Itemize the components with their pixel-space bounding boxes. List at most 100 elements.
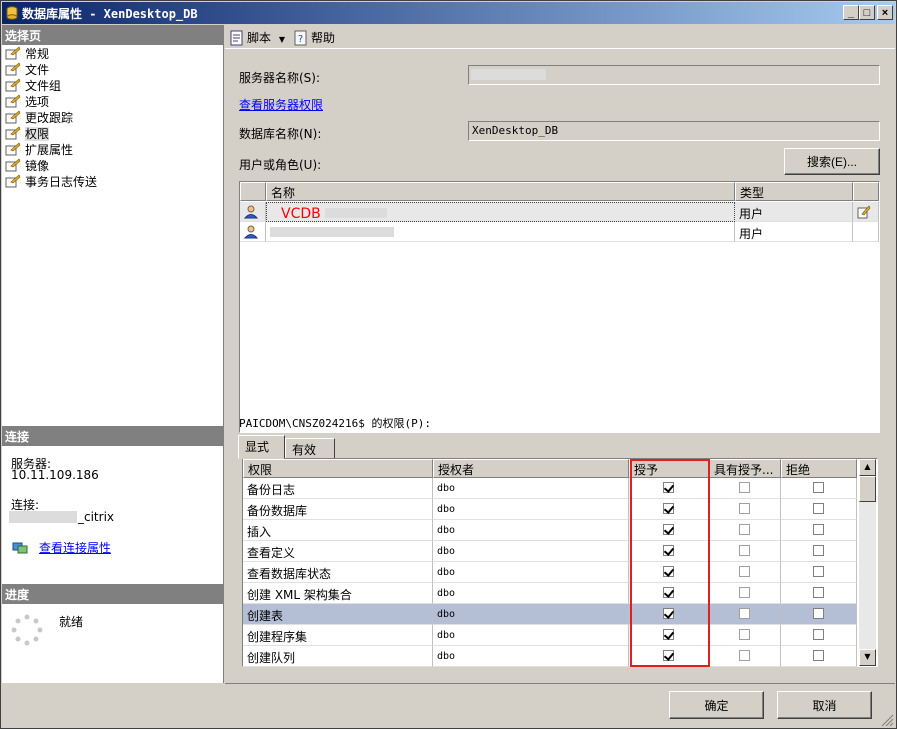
user-icon xyxy=(243,205,259,219)
script-icon xyxy=(230,30,243,46)
permission-row[interactable]: 备份日志 dbo xyxy=(243,478,857,499)
permission-row[interactable]: 创建程序集 dbo xyxy=(243,625,857,646)
grant-checkbox[interactable] xyxy=(662,545,674,556)
database-icon xyxy=(6,6,18,20)
with-grant-checkbox[interactable] xyxy=(738,650,750,661)
with-grant-checkbox[interactable] xyxy=(738,524,750,535)
user-type: 用户 xyxy=(735,202,853,222)
deny-checkbox[interactable] xyxy=(812,566,824,577)
deny-checkbox[interactable] xyxy=(812,608,824,619)
table-row[interactable]: 用户 xyxy=(240,222,879,242)
table-row[interactable]: VCDB 用户 xyxy=(240,202,879,222)
permission-row[interactable]: 创建 XML 架构集合 dbo xyxy=(243,583,857,604)
minimize-button[interactable]: _ xyxy=(843,5,859,20)
grant-checkbox[interactable] xyxy=(662,608,674,619)
permission-name: 插入 xyxy=(243,520,433,541)
search-button[interactable]: 搜索(E)... xyxy=(784,148,880,175)
sidebar-item-6[interactable]: 扩展属性 xyxy=(5,142,73,158)
redacted-area xyxy=(9,511,77,523)
permission-name: 备份日志 xyxy=(243,478,433,499)
database-properties-window: 数据库属性 - XenDesktop_DB _ □ × 选择页 常规 文件 文件组选… xyxy=(0,0,897,729)
perm-col-grant[interactable]: 授予 xyxy=(629,459,709,478)
with-grant-checkbox[interactable] xyxy=(738,566,750,577)
server-name-field[interactable] xyxy=(468,65,880,85)
deny-checkbox[interactable] xyxy=(812,503,824,514)
edit-icon[interactable] xyxy=(857,205,871,219)
permissions-scrollbar[interactable]: ▲ ▼ xyxy=(859,459,876,666)
grant-checkbox[interactable] xyxy=(662,524,674,535)
script-button[interactable]: 脚本 ▼ xyxy=(229,29,285,46)
cancel-button[interactable]: 取消 xyxy=(777,691,872,719)
deny-checkbox[interactable] xyxy=(812,482,824,493)
with-grant-checkbox[interactable] xyxy=(738,482,750,493)
tab-explicit[interactable]: 显式 xyxy=(238,435,285,459)
permission-row[interactable]: 查看定义 dbo xyxy=(243,541,857,562)
users-col-type[interactable]: 类型 xyxy=(735,182,853,201)
ok-button[interactable]: 确定 xyxy=(669,691,764,719)
sidebar-item-label: 文件 xyxy=(25,63,50,77)
scroll-thumb[interactable] xyxy=(859,476,876,502)
progress-header: 进度 xyxy=(2,584,224,604)
perm-col-with-grant[interactable]: 具有授予... xyxy=(709,459,781,478)
connection-properties-icon xyxy=(12,542,28,554)
with-grant-checkbox[interactable] xyxy=(738,587,750,598)
scroll-up-arrow-icon[interactable]: ▲ xyxy=(859,459,876,476)
permissions-grid: 权限 授权者 授予 具有授予... 拒绝 备份日志 dbo 备份数据库 dbo 插入 db… xyxy=(242,458,878,667)
sidebar-item-3[interactable]: 选项 xyxy=(5,94,49,110)
tab-effective[interactable]: 有效 xyxy=(285,438,335,459)
close-button[interactable]: × xyxy=(877,5,893,20)
with-grant-checkbox[interactable] xyxy=(738,629,750,640)
db-name-field[interactable]: XenDesktop_DB xyxy=(468,121,880,141)
sidebar-item-5[interactable]: 权限 xyxy=(5,126,50,142)
grant-checkbox[interactable] xyxy=(662,629,674,640)
permission-grantor: dbo xyxy=(433,562,629,583)
permission-grantor: dbo xyxy=(433,499,629,520)
permission-row[interactable]: 查看数据库状态 dbo xyxy=(243,562,857,583)
deny-checkbox[interactable] xyxy=(812,545,824,556)
perm-col-deny[interactable]: 拒绝 xyxy=(781,459,857,478)
grant-checkbox[interactable] xyxy=(662,482,674,493)
permission-name: 创建表 xyxy=(243,604,433,625)
sidebar-item-8[interactable]: 事务日志传送 xyxy=(5,174,97,190)
sidebar-item-7[interactable]: 镜像 xyxy=(5,158,49,174)
title-bar[interactable]: 数据库属性 - XenDesktop_DB _ □ × xyxy=(2,2,895,24)
server-value: 10.11.109.186 xyxy=(11,468,99,482)
perm-col-permission[interactable]: 权限 xyxy=(243,459,433,478)
resize-grip-icon[interactable] xyxy=(880,713,894,727)
page-icon xyxy=(5,142,21,156)
deny-checkbox[interactable] xyxy=(812,629,824,640)
sidebar-item-4[interactable]: 更改跟踪 xyxy=(5,110,73,126)
maximize-button[interactable]: □ xyxy=(859,5,875,20)
grant-checkbox[interactable] xyxy=(662,587,674,598)
scroll-down-arrow-icon[interactable]: ▼ xyxy=(859,649,876,666)
view-server-permissions-link[interactable]: 查看服务器权限 xyxy=(239,96,323,113)
sidebar-item-2[interactable]: 文件组 xyxy=(5,78,61,94)
perm-col-grantor[interactable]: 授权者 xyxy=(433,459,629,478)
permission-row[interactable]: 备份数据库 dbo xyxy=(243,499,857,520)
page-icon xyxy=(5,46,21,60)
dropdown-arrow-icon[interactable]: ▼ xyxy=(279,35,285,44)
permission-grantor: dbo xyxy=(433,541,629,562)
permission-row[interactable]: 插入 dbo xyxy=(243,520,857,541)
users-col-name[interactable]: 名称 xyxy=(266,182,735,201)
view-connection-properties-link[interactable]: 查看连接属性 xyxy=(39,539,111,556)
help-button[interactable]: ? 帮助 xyxy=(293,29,335,46)
with-grant-checkbox[interactable] xyxy=(738,545,750,556)
grant-checkbox[interactable] xyxy=(662,566,674,577)
deny-checkbox[interactable] xyxy=(812,587,824,598)
grant-checkbox[interactable] xyxy=(662,650,674,661)
with-grant-checkbox[interactable] xyxy=(738,608,750,619)
sidebar-item-label: 镜像 xyxy=(25,159,50,173)
sidebar-item-1[interactable]: 文件 xyxy=(5,62,49,78)
permission-row[interactable]: 创建队列 dbo xyxy=(243,646,857,667)
sidebar-item-0[interactable]: 常规 xyxy=(5,46,49,62)
sidebar-item-label: 常规 xyxy=(25,47,50,61)
deny-checkbox[interactable] xyxy=(812,524,824,535)
page-icon xyxy=(5,94,21,108)
deny-checkbox[interactable] xyxy=(812,650,824,661)
with-grant-checkbox[interactable] xyxy=(738,503,750,514)
grant-checkbox[interactable] xyxy=(662,503,674,514)
right-pane: 脚本 ▼ ? 帮助 服务器名称(S): 查看服务器权限 数据库名称(N): Xe… xyxy=(225,25,895,683)
permission-grantor: dbo xyxy=(433,604,629,625)
permission-row[interactable]: 创建表 dbo xyxy=(243,604,857,625)
